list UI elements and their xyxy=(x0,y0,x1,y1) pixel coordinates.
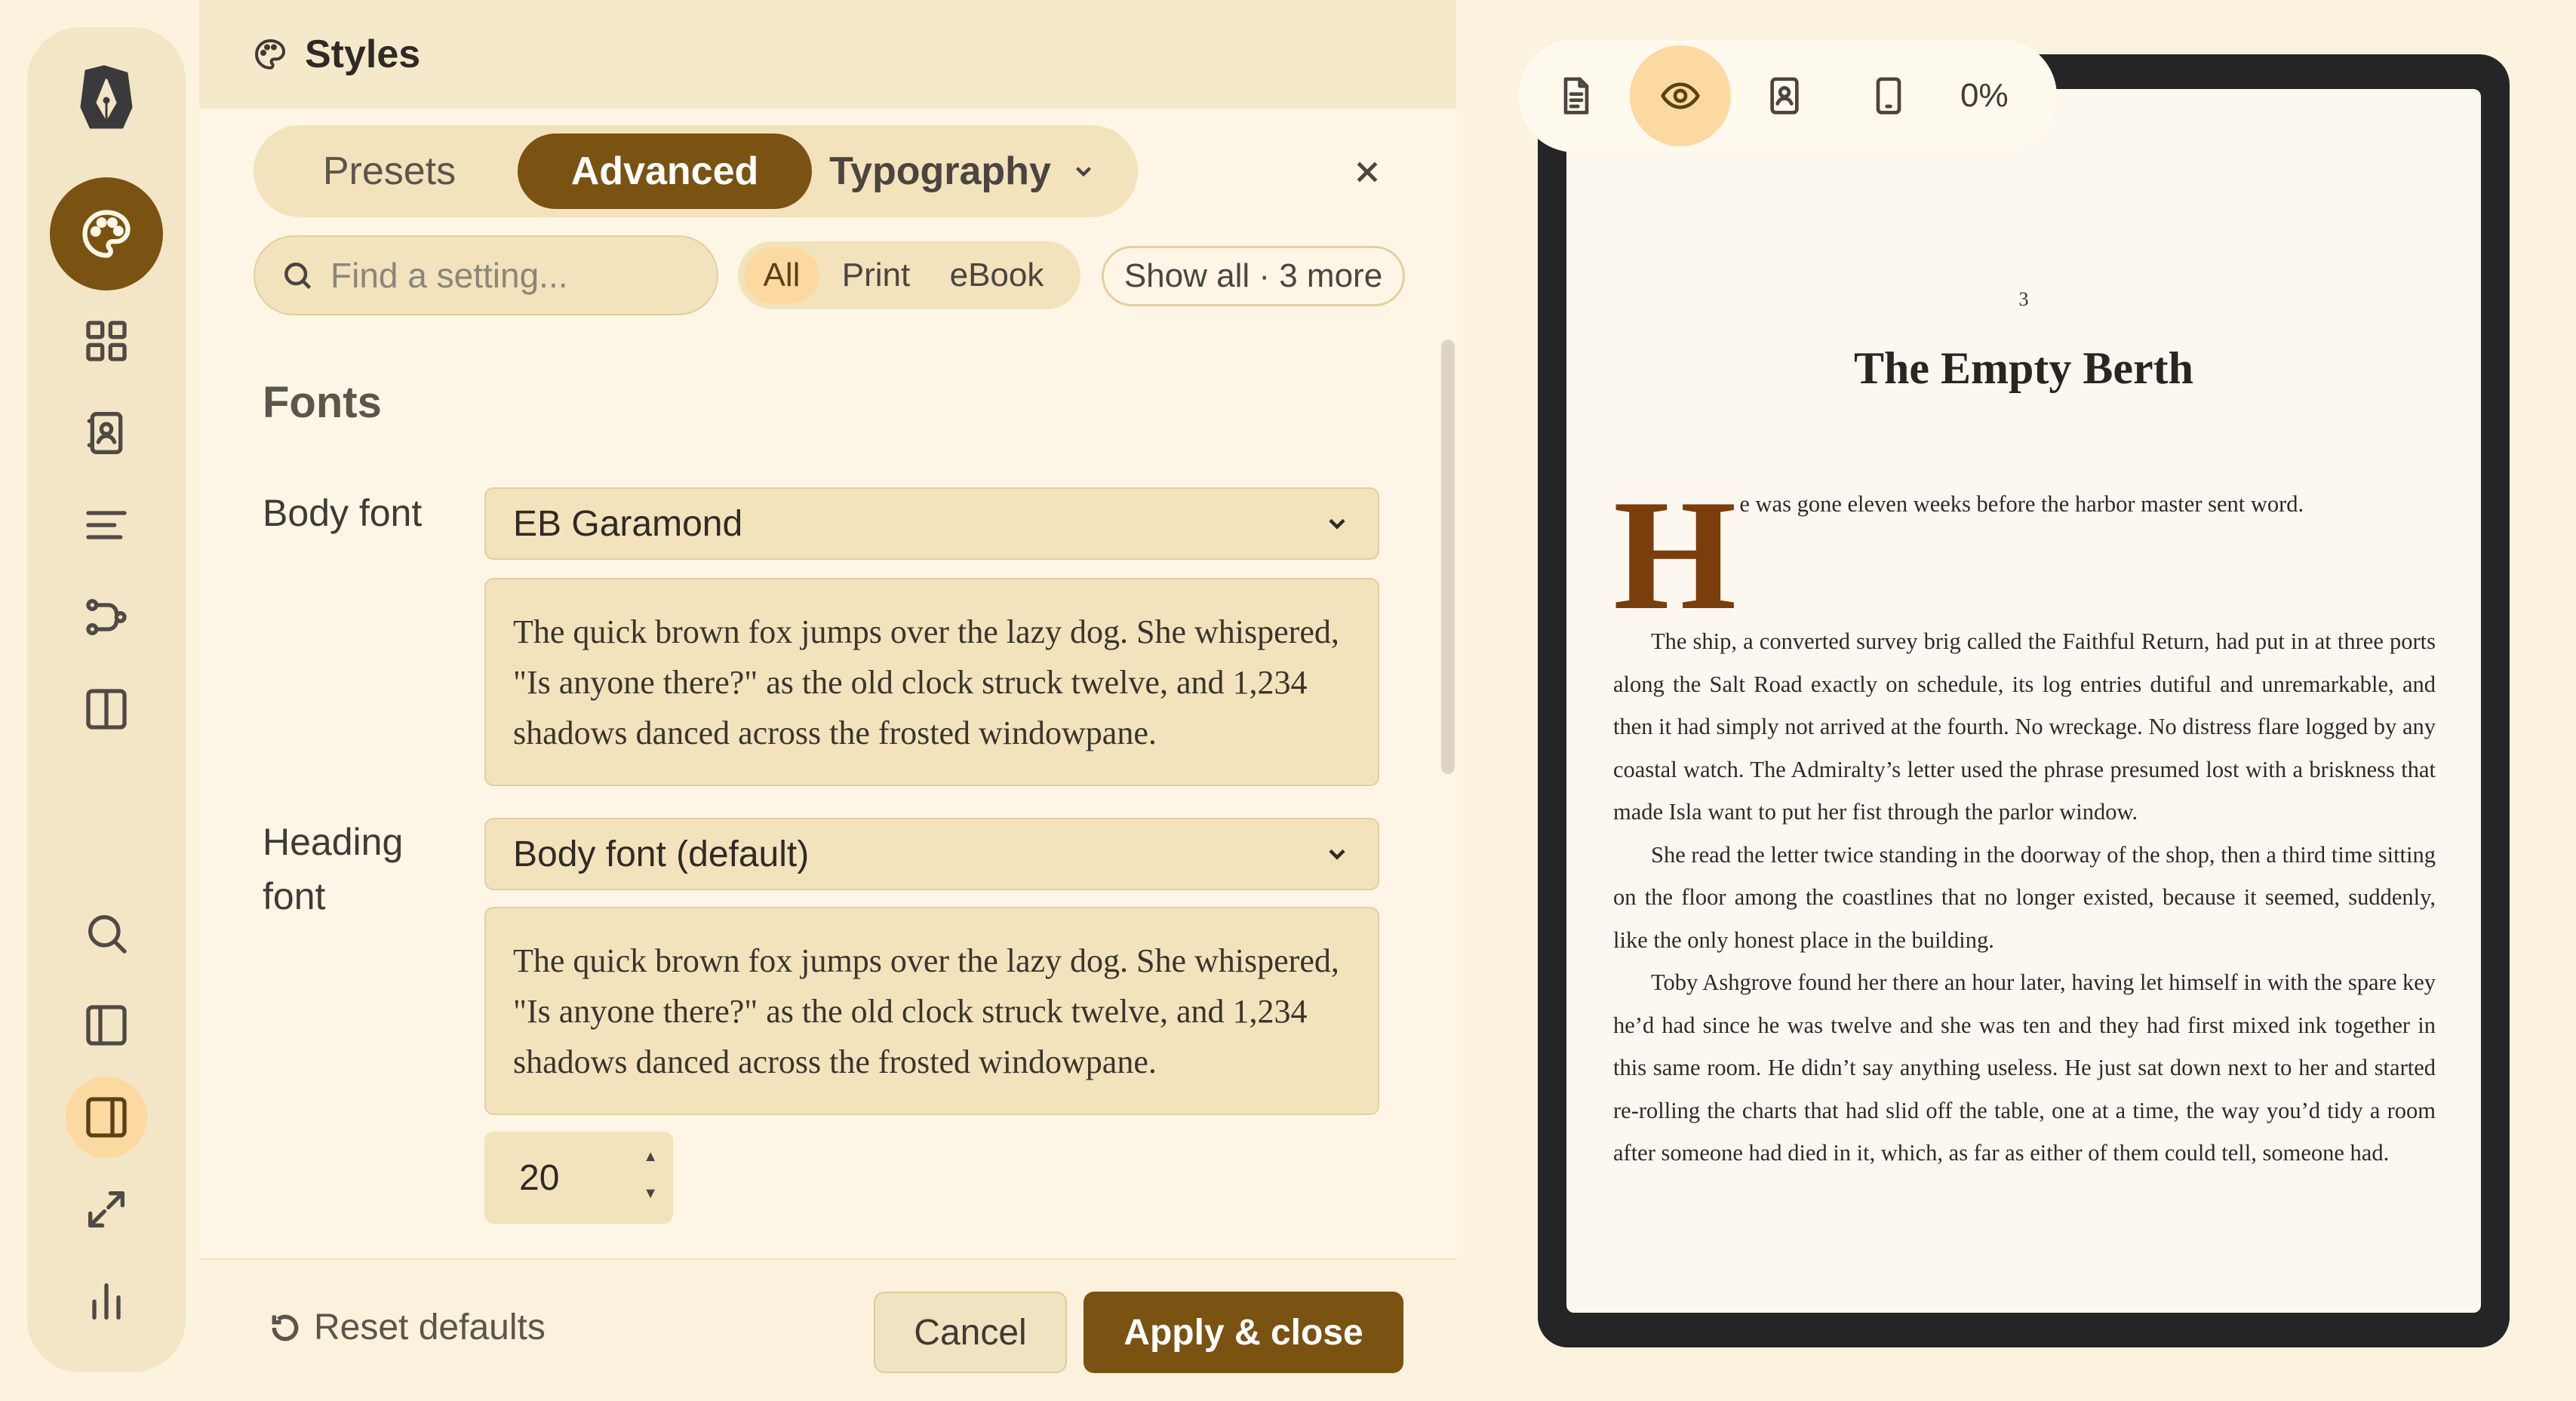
tab-typography-label: Typography xyxy=(829,149,1051,193)
filter-all[interactable]: All xyxy=(744,247,819,303)
expand-icon[interactable] xyxy=(66,1169,147,1250)
logo-icon[interactable] xyxy=(66,57,147,139)
search-field xyxy=(254,235,718,315)
document-icon xyxy=(1563,77,1589,115)
close-icon xyxy=(1357,161,1378,183)
preview-toolbar: 0% xyxy=(1518,39,2057,152)
sidebar-right-icon[interactable] xyxy=(66,1077,147,1158)
chevron-down-icon xyxy=(1329,849,1345,860)
palette-icon[interactable] xyxy=(50,177,163,290)
heading-font-label: Heading font xyxy=(263,821,404,917)
stats-icon[interactable] xyxy=(66,1261,147,1342)
heading-font-value: Body font (default) xyxy=(513,834,810,874)
book-page: 3 The Empty Berth H e was gone eleven we… xyxy=(1566,89,2481,1313)
scrollbar[interactable] xyxy=(1441,339,1455,774)
chevron-down-icon xyxy=(1075,167,1091,177)
flow-icon[interactable] xyxy=(66,576,147,658)
heading-font-select[interactable]: Body font (default) xyxy=(484,818,1379,890)
document-view-button[interactable] xyxy=(1526,45,1627,146)
close-button[interactable] xyxy=(1345,149,1390,195)
cancel-button[interactable]: Cancel xyxy=(874,1292,1067,1373)
paragraph: She read the letter twice standing in th… xyxy=(1613,841,2436,953)
body-font-preview: The quick brown fox jumps over the lazy … xyxy=(484,578,1379,786)
body-font-label: Body font xyxy=(263,492,423,534)
chapter-body: H e was gone eleven weeks before the har… xyxy=(1613,468,2436,1175)
search-input[interactable] xyxy=(330,255,693,296)
tab-advanced[interactable]: Advanced xyxy=(518,134,812,209)
styles-panel: Styles Presets Advanced Typography All P… xyxy=(199,0,1456,1401)
page-number: 3 xyxy=(2018,288,2029,310)
sidebar-left-icon[interactable] xyxy=(66,985,147,1066)
body-font-select[interactable]: EB Garamond xyxy=(484,487,1379,560)
palette-icon xyxy=(255,38,286,70)
contact-book-icon xyxy=(1770,77,1799,115)
eye-icon xyxy=(1661,82,1700,109)
paragraph: The ship, a converted survey brig called… xyxy=(1613,628,2436,825)
section-title-fonts: Fonts xyxy=(263,378,382,427)
preview-eye-button[interactable] xyxy=(1630,45,1731,146)
device-frame: 3 The Empty Berth H e was gone eleven we… xyxy=(1538,54,2510,1347)
columns-icon[interactable] xyxy=(66,668,147,750)
chevron-down-icon xyxy=(1329,518,1345,530)
preview-pane: 3 The Empty Berth H e was gone eleven we… xyxy=(1495,18,2559,1384)
panel-header: Styles xyxy=(199,0,1456,109)
zoom-level: 0% xyxy=(1960,77,2009,114)
show-all-button[interactable]: Show all · 3 more xyxy=(1102,246,1405,306)
apply-close-button[interactable]: Apply & close xyxy=(1084,1292,1403,1373)
tablet-icon xyxy=(1876,77,1901,115)
drop-cap: H xyxy=(1613,468,1737,643)
mode-tabs: Presets Advanced Typography xyxy=(254,125,1138,217)
tab-presets[interactable]: Presets xyxy=(261,134,518,209)
tab-typography[interactable]: Typography xyxy=(812,134,1114,209)
undo-icon xyxy=(272,1314,299,1341)
search-icon xyxy=(284,263,312,290)
ebook-view-button[interactable] xyxy=(1734,45,1835,146)
paragraph: Toby Ashgrove found her there an hour la… xyxy=(1613,969,2436,1166)
heading-font-preview: The quick brown fox jumps over the lazy … xyxy=(484,907,1379,1115)
filter-ebook[interactable]: eBook xyxy=(933,247,1061,303)
output-filter: All Print eBook xyxy=(738,241,1081,309)
increment-icon[interactable]: ▲ xyxy=(643,1148,658,1166)
left-rail xyxy=(27,27,186,1372)
panel-footer: Reset defaults Cancel Apply & close xyxy=(199,1258,1456,1401)
body-font-value: EB Garamond xyxy=(513,503,743,544)
reset-defaults-button[interactable]: Reset defaults xyxy=(269,1307,546,1348)
first-line: e was gone eleven weeks before the harbo… xyxy=(1739,491,2304,517)
search-icon[interactable] xyxy=(66,893,147,974)
size-value: 20 xyxy=(519,1157,560,1198)
align-left-icon[interactable] xyxy=(66,484,147,566)
chapter-title: The Empty Berth xyxy=(1854,343,2193,393)
grid-icon[interactable] xyxy=(66,300,147,382)
size-stepper[interactable]: 20 ▲ ▼ xyxy=(484,1132,673,1224)
decrement-icon[interactable]: ▼ xyxy=(643,1185,658,1203)
contact-book-icon[interactable] xyxy=(66,392,147,474)
stepper-arrows: ▲ ▼ xyxy=(643,1148,658,1203)
device-view-button[interactable] xyxy=(1838,45,1939,146)
panel-title: Styles xyxy=(305,32,421,76)
filter-print[interactable]: Print xyxy=(819,247,933,303)
reset-label: Reset defaults xyxy=(314,1307,546,1347)
